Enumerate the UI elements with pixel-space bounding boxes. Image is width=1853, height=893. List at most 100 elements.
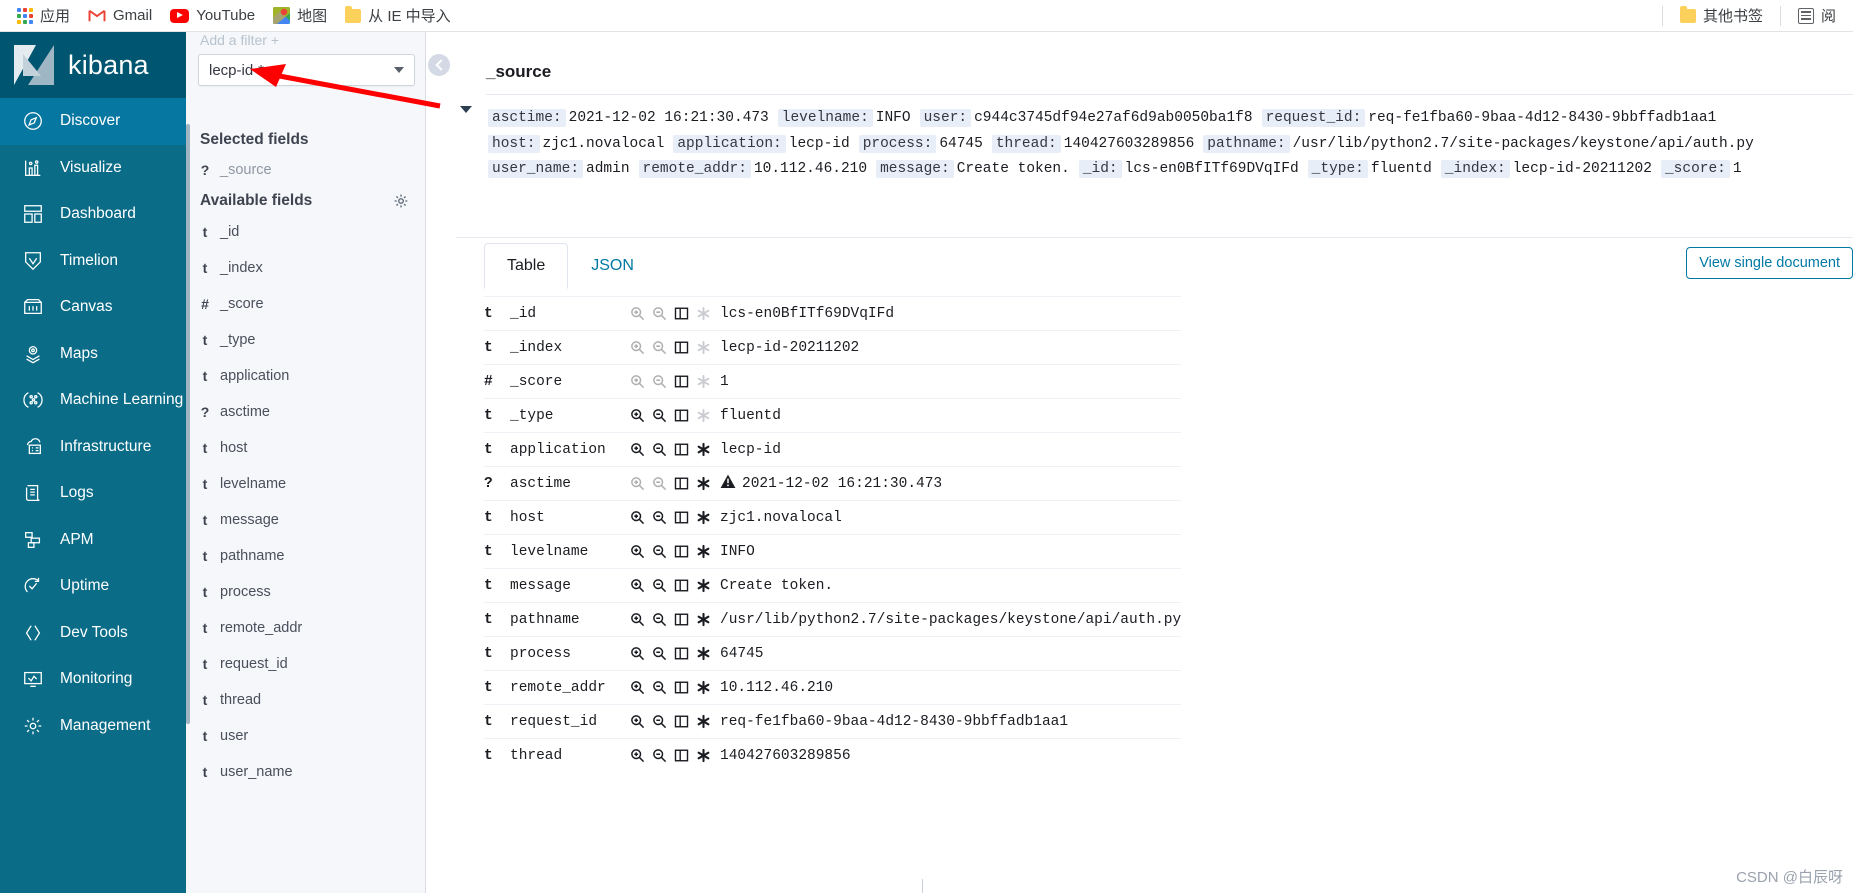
available-field-request_id[interactable]: t request_id <box>200 656 288 672</box>
sidebar-item-machine-learning[interactable]: Machine Learning <box>0 377 186 424</box>
filter-for-value-icon[interactable] <box>630 714 645 729</box>
available-field-_id[interactable]: t _id <box>200 224 240 240</box>
available-field-asctime[interactable]: ? asctime <box>200 404 270 420</box>
filter-for-value-icon[interactable] <box>630 442 645 457</box>
bookmark-ie-import[interactable]: 从 IE 中导入 <box>336 2 460 29</box>
filter-for-value-icon[interactable] <box>630 306 645 321</box>
filter-out-value-icon[interactable] <box>652 442 667 457</box>
filter-for-field-present-icon[interactable] <box>696 476 711 491</box>
filter-out-value-icon[interactable] <box>652 544 667 559</box>
available-field-remote_addr[interactable]: t remote_addr <box>200 620 303 636</box>
bookmark-gmail[interactable]: Gmail <box>79 4 161 27</box>
available-field-user[interactable]: t user <box>200 728 249 744</box>
sidebar-item-discover[interactable]: Discover <box>0 98 186 145</box>
filter-out-value-icon[interactable] <box>652 578 667 593</box>
filter-for-field-present-icon[interactable] <box>696 544 711 559</box>
bookmark-maps[interactable]: 地图 <box>264 2 336 29</box>
filter-for-field-present-icon[interactable] <box>696 374 711 389</box>
filter-for-value-icon[interactable] <box>630 476 645 491</box>
toggle-column-in-table-icon[interactable] <box>674 476 689 491</box>
filter-out-value-icon[interactable] <box>652 408 667 423</box>
tab-json[interactable]: JSON <box>568 243 657 289</box>
filter-for-value-icon[interactable] <box>630 578 645 593</box>
index-pattern-select[interactable]: lecp-id-* <box>198 54 415 86</box>
collapse-left-icon[interactable] <box>428 54 450 76</box>
toggle-column-in-table-icon[interactable] <box>674 714 689 729</box>
sidebar-item-visualize[interactable]: Visualize <box>0 145 186 192</box>
sidebar-item-timelion[interactable]: Timelion <box>0 238 186 285</box>
filter-for-field-present-icon[interactable] <box>696 612 711 627</box>
gear-icon[interactable] <box>393 193 409 209</box>
filter-for-value-icon[interactable] <box>630 408 645 423</box>
filter-out-value-icon[interactable] <box>652 646 667 661</box>
available-field-levelname[interactable]: t levelname <box>200 476 286 492</box>
toggle-column-in-table-icon[interactable] <box>674 306 689 321</box>
toggle-column-in-table-icon[interactable] <box>674 612 689 627</box>
filter-out-value-icon[interactable] <box>652 374 667 389</box>
filter-out-value-icon[interactable] <box>652 340 667 355</box>
filter-out-value-icon[interactable] <box>652 612 667 627</box>
sidebar-item-canvas[interactable]: Canvas <box>0 284 186 331</box>
sidebar-item-monitoring[interactable]: Monitoring <box>0 656 186 703</box>
filter-out-value-icon[interactable] <box>652 680 667 695</box>
filter-for-value-icon[interactable] <box>630 612 645 627</box>
toggle-column-in-table-icon[interactable] <box>674 578 689 593</box>
filter-for-field-present-icon[interactable] <box>696 578 711 593</box>
filter-out-value-icon[interactable] <box>652 510 667 525</box>
filter-for-value-icon[interactable] <box>630 510 645 525</box>
available-field-application[interactable]: t application <box>200 368 290 384</box>
available-field-pathname[interactable]: t pathname <box>200 548 285 564</box>
filter-for-field-present-icon[interactable] <box>696 340 711 355</box>
toggle-column-in-table-icon[interactable] <box>674 374 689 389</box>
toggle-column-in-table-icon[interactable] <box>674 442 689 457</box>
bookmark-reading-list[interactable]: 阅 <box>1789 2 1845 29</box>
sidebar-item-apm[interactable]: APM <box>0 517 186 564</box>
sidebar-item-logs[interactable]: Logs <box>0 470 186 517</box>
bookmark-apps[interactable]: 应用 <box>8 2 79 29</box>
filter-out-value-icon[interactable] <box>652 306 667 321</box>
filter-for-field-present-icon[interactable] <box>696 442 711 457</box>
filter-for-field-present-icon[interactable] <box>696 748 711 763</box>
filter-for-value-icon[interactable] <box>630 374 645 389</box>
filter-for-field-present-icon[interactable] <box>696 408 711 423</box>
view-single-document-button[interactable]: View single document <box>1686 247 1853 279</box>
filter-for-value-icon[interactable] <box>630 646 645 661</box>
bookmark-youtube[interactable]: YouTube <box>161 4 264 27</box>
available-field-host[interactable]: t host <box>200 440 248 456</box>
filter-for-field-present-icon[interactable] <box>696 510 711 525</box>
available-field-user_name[interactable]: t user_name <box>200 764 293 780</box>
available-field-_score[interactable]: # _score <box>200 296 263 312</box>
filter-out-value-icon[interactable] <box>652 714 667 729</box>
available-field-thread[interactable]: t thread <box>200 692 261 708</box>
filter-for-field-present-icon[interactable] <box>696 306 711 321</box>
sidebar-item-dashboard[interactable]: Dashboard <box>0 191 186 238</box>
sidebar-item-management[interactable]: Management <box>0 703 186 750</box>
filter-for-field-present-icon[interactable] <box>696 680 711 695</box>
kibana-brand[interactable]: kibana <box>0 32 186 98</box>
available-field-process[interactable]: t process <box>200 584 271 600</box>
filter-for-value-icon[interactable] <box>630 544 645 559</box>
sidebar-item-infrastructure[interactable]: Infrastructure <box>0 424 186 471</box>
fieldbar-scrollbar[interactable] <box>186 124 190 724</box>
sidebar-item-maps[interactable]: Maps <box>0 331 186 378</box>
filter-for-value-icon[interactable] <box>630 748 645 763</box>
tab-table[interactable]: Table <box>484 243 569 289</box>
sidebar-item-uptime[interactable]: Uptime <box>0 563 186 610</box>
available-field-_index[interactable]: t _index <box>200 260 263 276</box>
bookmark-other-bookmarks[interactable]: 其他书签 <box>1671 2 1772 29</box>
filter-out-value-icon[interactable] <box>652 476 667 491</box>
add-filter-link[interactable]: Add a filter + <box>200 32 279 48</box>
filter-out-value-icon[interactable] <box>652 748 667 763</box>
filter-for-value-icon[interactable] <box>630 340 645 355</box>
filter-for-field-present-icon[interactable] <box>696 646 711 661</box>
available-field-message[interactable]: t message <box>200 512 279 528</box>
selected-field-source[interactable]: ? _source <box>200 162 272 178</box>
available-field-_type[interactable]: t _type <box>200 332 256 348</box>
sidebar-item-dev-tools[interactable]: Dev Tools <box>0 610 186 657</box>
toggle-column-in-table-icon[interactable] <box>674 680 689 695</box>
toggle-column-in-table-icon[interactable] <box>674 646 689 661</box>
filter-for-field-present-icon[interactable] <box>696 714 711 729</box>
toggle-column-in-table-icon[interactable] <box>674 510 689 525</box>
toggle-column-in-table-icon[interactable] <box>674 544 689 559</box>
filter-for-value-icon[interactable] <box>630 680 645 695</box>
